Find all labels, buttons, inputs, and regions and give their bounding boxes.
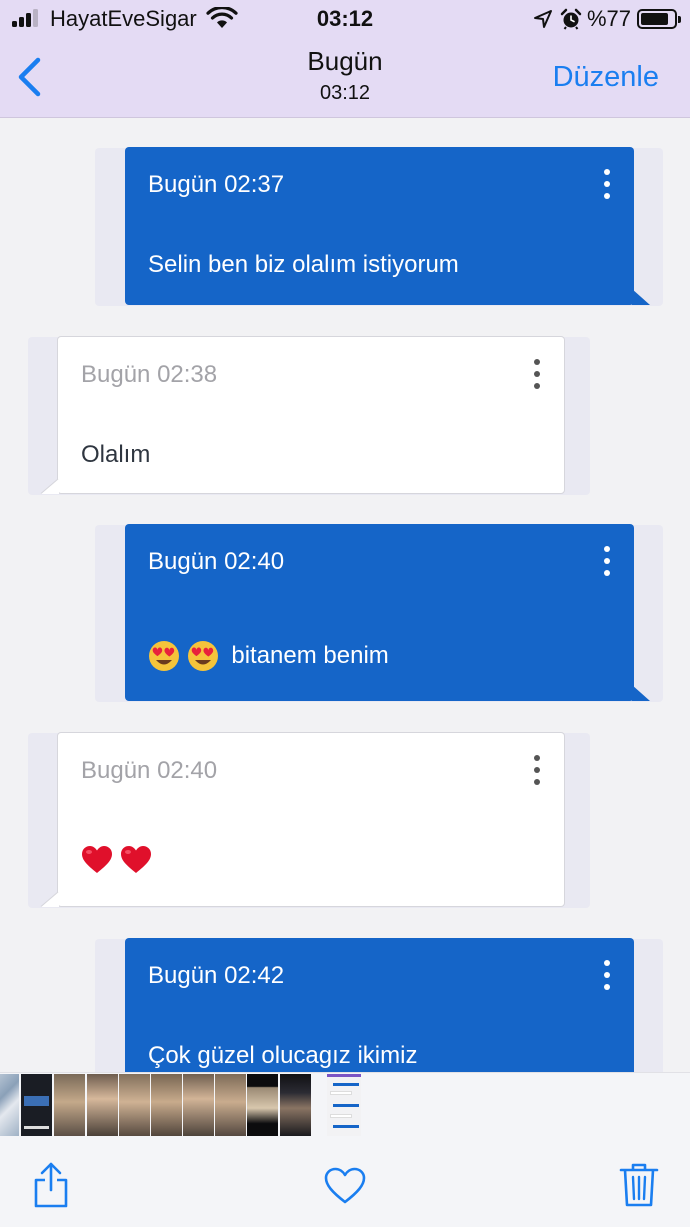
bubble-tail bbox=[40, 478, 59, 494]
thumbnail[interactable] bbox=[87, 1074, 118, 1136]
message-timestamp: Bugün 02:38 bbox=[81, 361, 218, 388]
trash-icon[interactable] bbox=[619, 1162, 659, 1208]
thumbnail[interactable] bbox=[151, 1074, 182, 1136]
bottom-toolbar bbox=[0, 1138, 690, 1227]
message-text: Çok güzel olucagız ikimiz bbox=[148, 1042, 418, 1069]
thumbnail[interactable] bbox=[54, 1074, 85, 1136]
battery-icon bbox=[637, 9, 681, 29]
heart-icon[interactable] bbox=[324, 1167, 366, 1205]
message-text: bitanem benim bbox=[231, 642, 389, 669]
thumbnail[interactable] bbox=[215, 1074, 246, 1136]
message-timestamp: Bugün 02:40 bbox=[81, 757, 218, 784]
red-heart-emoji bbox=[82, 846, 112, 873]
more-options-icon[interactable] bbox=[600, 169, 614, 199]
message-bubble-sent[interactable]: Bugün 02:40 bitanem benim bbox=[125, 524, 634, 701]
share-icon[interactable] bbox=[32, 1162, 70, 1208]
message-timestamp: Bugün 02:42 bbox=[148, 962, 285, 989]
message-timestamp: Bugün 02:37 bbox=[148, 171, 285, 198]
more-options-icon[interactable] bbox=[530, 755, 544, 785]
message-content bbox=[81, 845, 152, 875]
battery-percent: %77 bbox=[587, 6, 632, 31]
thumbnail[interactable] bbox=[0, 1074, 19, 1136]
status-bar: HayatEveSigar 03:12 %77 bbox=[0, 0, 690, 40]
more-options-icon[interactable] bbox=[530, 359, 544, 389]
bubble-tail bbox=[632, 289, 650, 305]
message-bubble-received[interactable]: Bugün 02:40 bbox=[57, 732, 565, 907]
bubble-tail bbox=[632, 685, 650, 701]
header: HayatEveSigar 03:12 %77 Bugün 03:12 Düze… bbox=[0, 0, 690, 118]
thumbnail[interactable] bbox=[21, 1074, 52, 1136]
more-options-icon[interactable] bbox=[600, 546, 614, 576]
message-text: Olalım bbox=[81, 441, 151, 468]
heart-eyes-emoji bbox=[187, 641, 218, 671]
thumbnail[interactable] bbox=[247, 1074, 278, 1136]
thumbnail-current[interactable] bbox=[327, 1074, 361, 1136]
message-content: bitanem benim bbox=[148, 640, 389, 672]
location-arrow-icon bbox=[534, 10, 552, 28]
thumbnail[interactable] bbox=[183, 1074, 214, 1136]
thumbnail[interactable] bbox=[280, 1074, 311, 1136]
bubble-tail bbox=[40, 891, 59, 907]
edit-button[interactable]: Düzenle bbox=[553, 61, 659, 94]
message-list[interactable]: Bugün 02:37 Selin ben biz olalım istiyor… bbox=[0, 119, 690, 1072]
red-heart-emoji bbox=[120, 846, 151, 873]
thumbnail-strip[interactable] bbox=[0, 1072, 690, 1138]
heart-eyes-emoji bbox=[149, 641, 179, 671]
message-bubble-sent[interactable]: Bugün 02:37 Selin ben biz olalım istiyor… bbox=[125, 147, 634, 305]
message-bubble-received[interactable]: Bugün 02:38 Olalım bbox=[57, 336, 565, 494]
thumbnail[interactable] bbox=[119, 1074, 150, 1136]
alarm-icon bbox=[560, 8, 582, 30]
message-timestamp: Bugün 02:40 bbox=[148, 548, 285, 575]
message-bubble-sent[interactable]: Bugün 02:42 Çok güzel olucagız ikimiz bbox=[125, 938, 634, 1072]
message-text: Selin ben biz olalım istiyorum bbox=[148, 251, 459, 278]
more-options-icon[interactable] bbox=[600, 960, 614, 990]
